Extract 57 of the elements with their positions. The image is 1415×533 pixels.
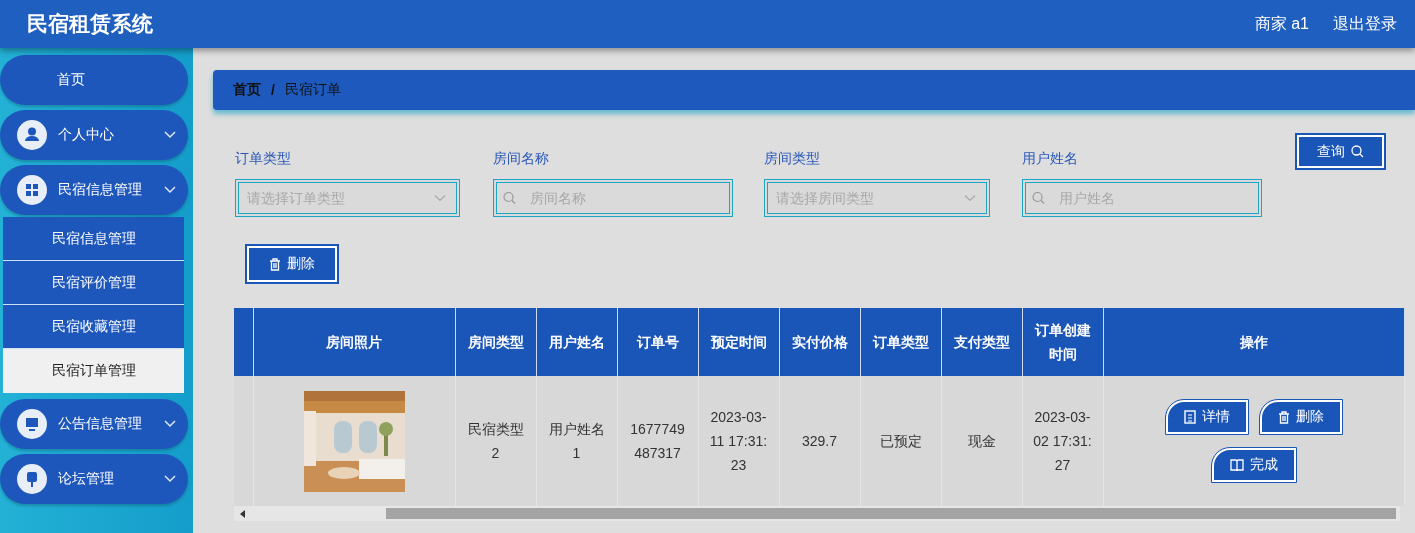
submenu-item[interactable]: 民宿评价管理 [3,261,184,305]
column-header: 房间类型 [455,308,536,376]
table-cell: 现金 [941,376,1022,506]
separator: / [271,82,275,98]
column-header: 房间照片 [253,308,455,376]
column-header: 支付类型 [941,308,1022,376]
column-header: 订单类型 [860,308,941,376]
submenu-item[interactable]: 民宿信息管理 [3,217,184,261]
table-cell: 民宿类型2 [455,376,536,506]
field-label: 订单类型 [235,150,292,168]
chevron-icon [964,194,976,202]
submenu-item[interactable]: 民宿收藏管理 [3,305,184,349]
table-cell: 用户姓名1 [536,376,617,506]
chevron-icon [164,186,176,194]
submenu-item[interactable]: 民宿订单管理 [3,349,184,393]
column-header: 预定时间 [698,308,779,376]
table-cell: 1677749487317 [617,376,698,506]
trash-icon [269,257,281,271]
table-cell: 2023-03-02 17:31:27 [1022,376,1103,506]
menu-item[interactable]: 个人中心 [0,110,188,160]
chevron-icon [164,131,176,139]
app-title: 民宿租赁系统 [27,11,154,37]
menu-item[interactable]: 公告信息管理 [0,399,188,449]
user-name: 商家 a1 [1254,13,1309,34]
search-icon [1351,145,1364,158]
scrollbar-thumb[interactable] [386,508,1396,519]
monitor-icon [17,409,47,439]
menu-item[interactable]: 民宿信息管理 [0,165,188,215]
complete-button[interactable]: 完成 [1211,448,1296,482]
menu-item[interactable]: 首页 [0,55,188,105]
document-icon [1183,410,1196,424]
book-icon [1229,459,1244,471]
column-header: 实付价格 [779,308,860,376]
delete-button[interactable]: 删除 [247,246,337,282]
query-button[interactable]: 查询 [1297,135,1384,168]
column-header: 用户姓名 [536,308,617,376]
table-cell: 2023-03-11 17:31:23 [698,376,779,506]
field-label: 房间名称 [493,150,550,168]
column-header: 操作 [1103,308,1404,376]
column-header: 订单号 [617,308,698,376]
table-cell: 329.7 [779,376,860,506]
person-icon [17,120,47,150]
menu-item[interactable]: 论坛管理 [0,454,188,504]
chevron-icon [164,420,176,428]
signboard-icon [17,464,47,494]
field-label: 用户姓名 [1022,150,1079,168]
detail-button[interactable]: 详情 [1165,400,1248,434]
table-cell: 已预定 [860,376,941,506]
chevron-icon [434,194,446,202]
scroll-left-icon[interactable] [240,509,246,518]
logout-link[interactable]: 退出登录 [1333,13,1397,35]
chevron-icon [164,475,176,483]
field-label: 房间类型 [764,150,821,168]
trash-icon [1277,410,1290,424]
grid-icon [17,175,47,205]
delete-button[interactable]: 删除 [1259,400,1342,434]
column-header: 订单创建时间 [1022,308,1103,376]
